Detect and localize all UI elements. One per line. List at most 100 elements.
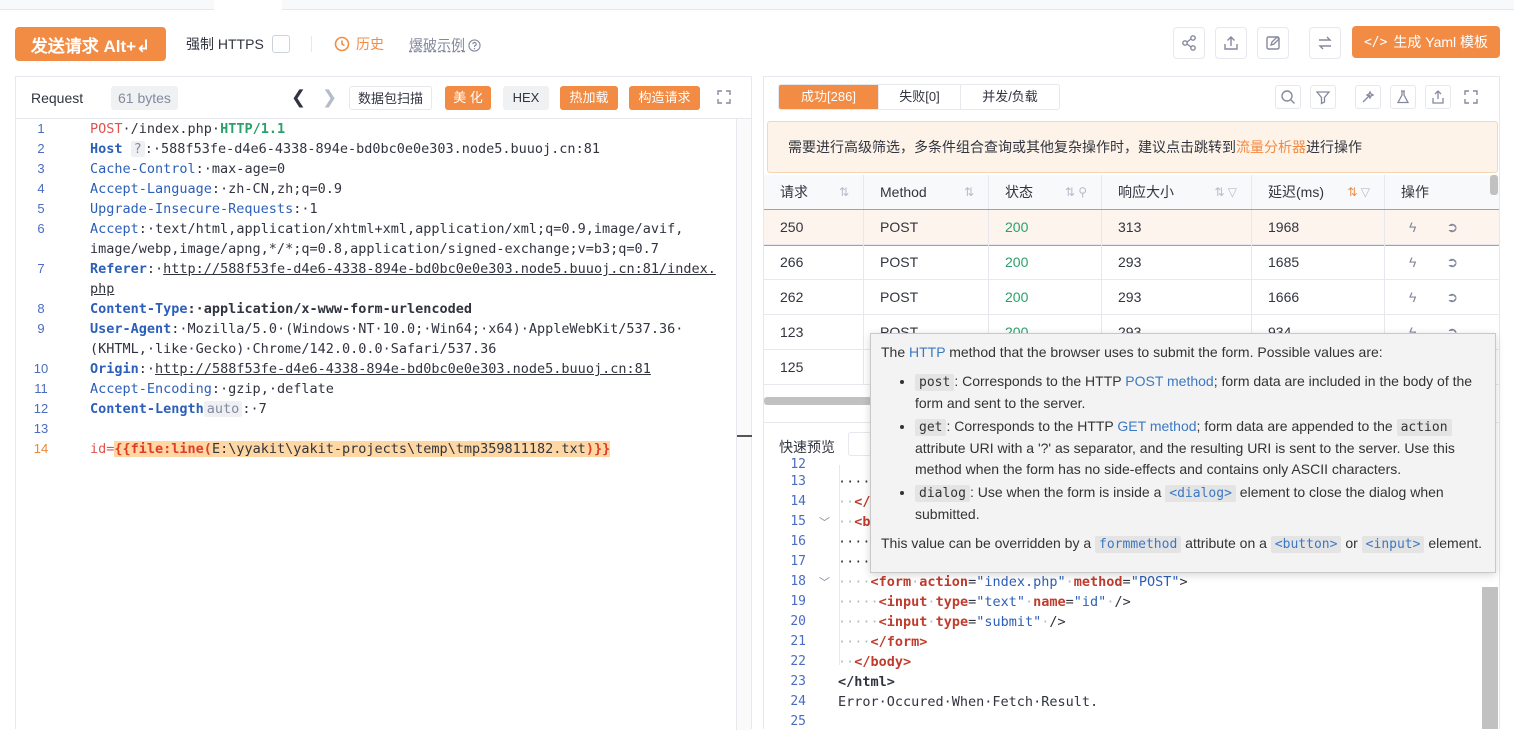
header-key: Accept-Language [90,181,212,197]
active-tab[interactable] [214,0,282,10]
prev-arrow-icon[interactable]: ❮ [291,87,306,108]
scroll-marker [737,435,752,437]
lightning-icon[interactable]: ϟ [1409,280,1416,315]
dialog-link[interactable]: <dialog> [1165,485,1236,502]
search-button[interactable] [1275,85,1301,109]
table-row[interactable]: 250 POST 200 313 1968 ϟ ➲ [764,209,1499,246]
sort-icon[interactable]: ⇅ [964,175,974,210]
fuzz-example-link[interactable]: 爆破示例 [409,35,481,55]
next-arrow-icon[interactable]: ❯ [322,87,337,108]
host-hint[interactable]: ? [130,141,145,157]
export-button[interactable] [1215,27,1247,59]
code-line-3: Cache-Control:·max-age=0 [90,161,285,177]
edit-button[interactable] [1257,27,1289,59]
upload-icon [1224,36,1238,50]
line-number: 19 [790,594,806,609]
line-number: 13 [33,421,49,436]
col-delay[interactable]: 延迟(ms) ⇅ ▽ [1252,175,1385,210]
resp-code: ··<b [838,514,871,530]
swap-button[interactable] [1309,27,1341,59]
resp-line: 23 </html> [764,674,1499,694]
tab-success[interactable]: 成功[286] [779,85,879,109]
send-request-button[interactable]: 发送请求 Alt+↲ [15,27,166,61]
expand-result-button[interactable] [1460,86,1482,108]
table-vscrollbar[interactable] [1490,175,1498,195]
editor-scrollbar[interactable] [736,119,752,730]
line-number: 21 [790,634,806,649]
extract-button[interactable] [1355,85,1381,109]
resp-code: ····</form> [838,634,928,650]
body-param: id= [90,441,115,457]
header-value: :·588f53fe-d4e6-4338-894e-bd0bc0e0e303.n… [144,141,600,157]
formmethod-link[interactable]: formmethod [1095,536,1182,553]
generate-yaml-label: 生成 Yaml 模板 [1393,34,1489,50]
sort-filter-icon[interactable]: ⇅ ▽ [1214,175,1237,210]
preview-option[interactable] [848,432,872,456]
referer-url-wrap[interactable]: php [90,281,114,297]
post-method-link[interactable]: POST method [1125,373,1213,389]
hex-button[interactable]: HEX [503,86,549,110]
line-number: 15 [790,514,806,529]
col-request-label: 请求 [780,184,808,200]
http-version: HTTP/1.1 [220,121,286,137]
header-key: Upgrade-Insecure-Requests [90,201,294,217]
beautify-button[interactable]: 美 化 [445,86,491,110]
packet-scan-button[interactable]: 数据包扫描 [349,86,432,110]
referer-url[interactable]: http://588f53fe-d4e6-4338-894e-bd0bc0e0e… [163,261,716,277]
col-method-label: Method [880,184,927,200]
header-key: Origin [90,361,139,377]
arrow-circle-icon[interactable]: ➲ [1446,245,1458,280]
origin-url[interactable]: http://588f53fe-d4e6-4338-894e-bd0bc0e0e… [155,361,651,377]
button-link[interactable]: <button> [1270,536,1342,553]
table-row[interactable]: 266 POST 200 293 1685 ϟ ➲ [764,245,1499,280]
fuzz-tag-close: )}} [585,441,611,457]
quick-preview-label: 快速预览 [779,439,835,455]
get-method-link[interactable]: GET method [1117,418,1196,434]
fold-chevron-icon[interactable]: ﹀ [819,514,830,530]
cell-status: 200 [989,245,1102,280]
arrow-circle-icon[interactable]: ➲ [1446,280,1458,315]
fuzz-tag[interactable]: {{file:line(E:\yyakit\yakit-projects\tem… [114,441,611,457]
cell-request: 250 [764,210,864,245]
history-button[interactable]: 历史 [334,34,384,54]
table-row[interactable]: 262 POST 200 293 1666 ϟ ➲ [764,280,1499,315]
fold-chevron-icon[interactable]: ﹀ [819,574,830,590]
tab-fail[interactable]: 失败[0] [879,85,961,109]
col-method[interactable]: Method ⇅ [864,175,989,210]
input-link[interactable]: <input> [1361,536,1425,553]
cell-request: 266 [764,245,864,280]
sort-filter-icon[interactable]: ⇅ ▽ [1347,175,1370,210]
line-number: 24 [790,694,806,709]
construct-request-button[interactable]: 构造请求 [629,86,700,110]
share-button[interactable] [1173,27,1205,59]
line-number: 14 [33,441,49,456]
share-icon [1182,35,1196,51]
lab-button[interactable] [1390,85,1416,109]
preview-scrollbar[interactable] [1482,587,1498,729]
traffic-analyzer-link[interactable]: 流量分析器 [1236,139,1306,155]
notice-text-end: 进行操作 [1306,139,1362,155]
sort-icon[interactable]: ⇅ [839,175,849,210]
filter-button[interactable] [1310,85,1336,109]
table-hscrollbar[interactable] [764,397,872,405]
cell-status: 200 [989,280,1102,315]
arrow-circle-icon[interactable]: ➲ [1446,210,1458,245]
sort-search-icon[interactable]: ⇅ ⚲ [1065,175,1087,210]
force-https-toggle[interactable]: 强制 HTTPS [186,34,290,54]
generate-yaml-button[interactable]: </> 生成 Yaml 模板 [1352,26,1500,58]
expand-icon[interactable] [716,89,732,108]
export-result-button[interactable] [1425,85,1451,109]
lightning-icon[interactable]: ϟ [1409,210,1416,245]
hotload-button[interactable]: 热加载 [560,86,618,110]
header-sep: :· [138,361,156,377]
lightning-icon[interactable]: ϟ [1409,245,1416,280]
tab-concurrency[interactable]: 并发/负载 [961,85,1059,109]
advanced-filter-notice: 需要进行高级筛选，多条件组合查询或其他复杂操作时，建议点击跳转到流量分析器进行操… [767,121,1498,173]
content-length-hint[interactable]: auto [203,401,243,417]
col-request[interactable]: 请求 ⇅ [764,175,864,210]
col-size[interactable]: 响应大小 ⇅ ▽ [1102,175,1252,210]
request-editor[interactable]: 1 2 3 4 5 6 7 8 9 10 11 12 13 14 POST·/i… [16,119,752,730]
http-link[interactable]: HTTP [909,344,945,360]
col-status[interactable]: 状态 ⇅ ⚲ [989,175,1102,210]
force-https-checkbox[interactable] [271,35,290,53]
